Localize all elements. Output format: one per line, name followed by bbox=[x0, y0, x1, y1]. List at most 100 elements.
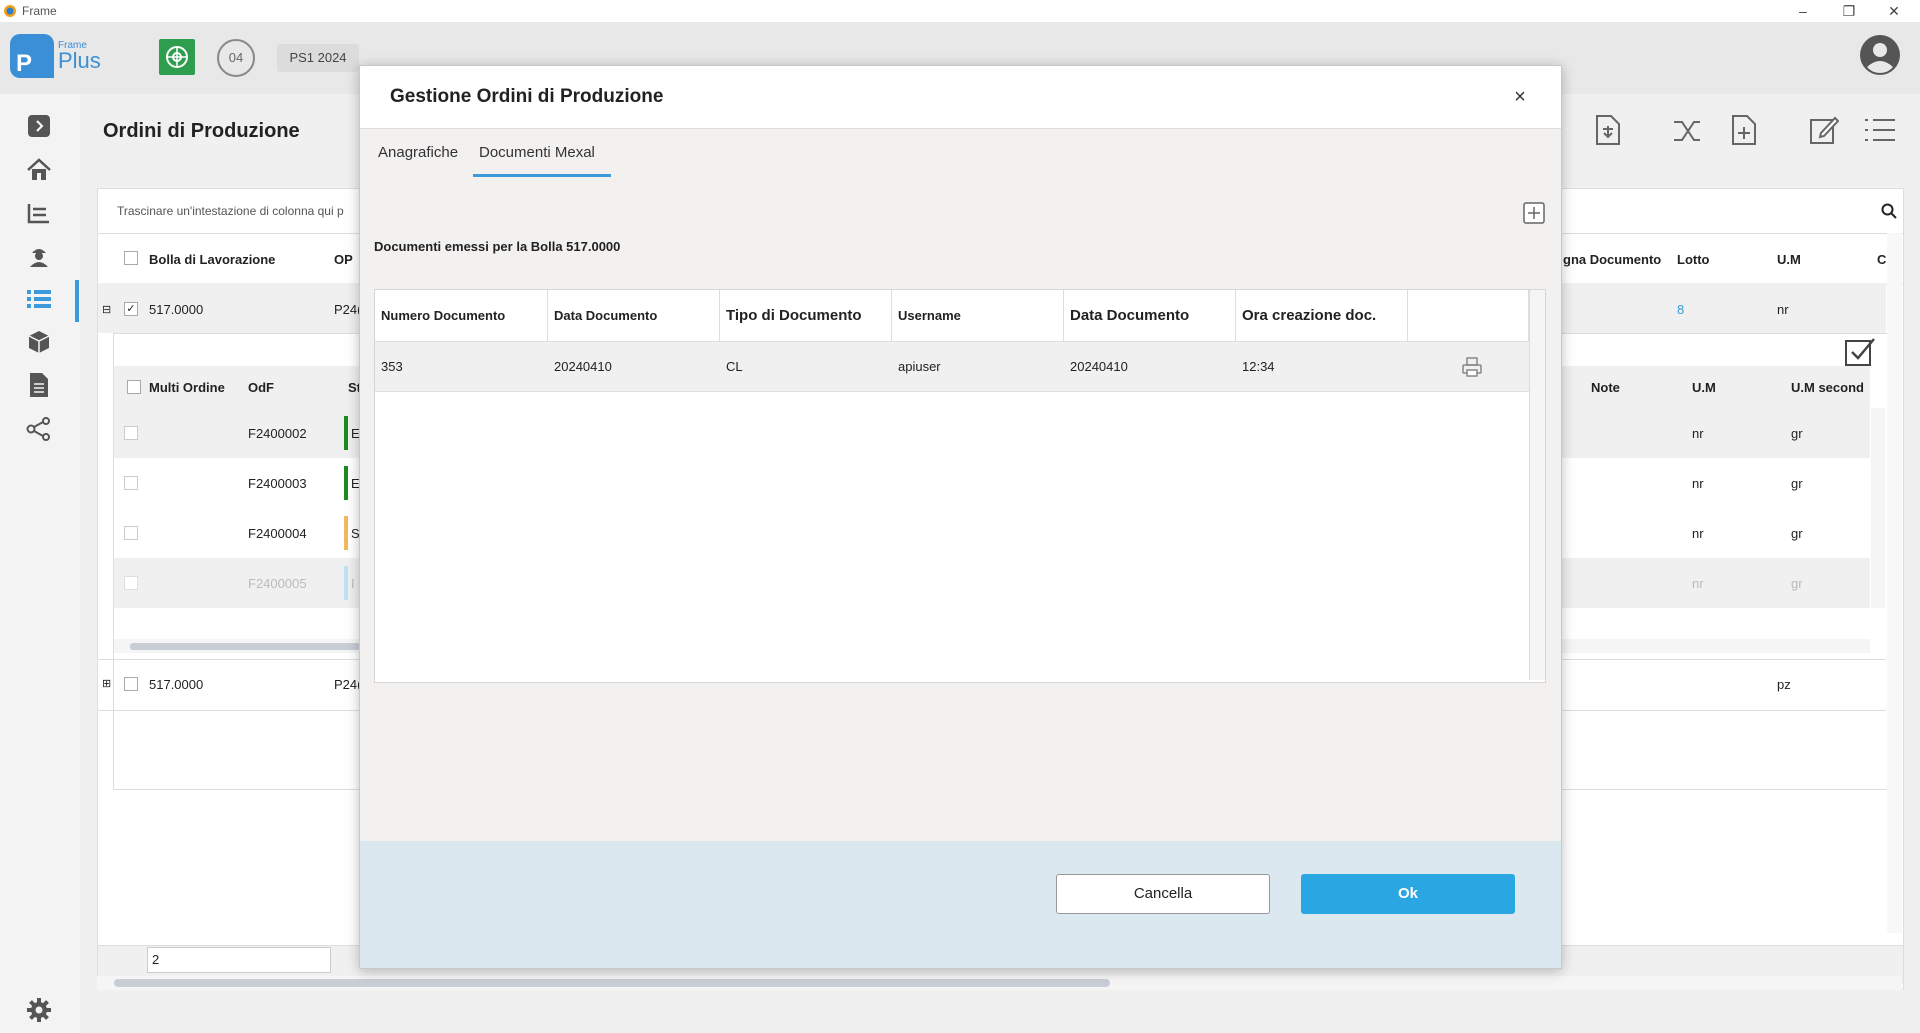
logo-big-text: Plus bbox=[58, 48, 101, 73]
bolla-cell: 517.0000 bbox=[149, 302, 204, 317]
bolla-cell: 517.0000 bbox=[149, 677, 204, 692]
column-header[interactable]: Bolla di Lavorazione bbox=[149, 252, 275, 267]
column-header[interactable]: OP bbox=[334, 252, 353, 267]
edit-icon[interactable] bbox=[1809, 115, 1839, 145]
dialog-header: Gestione Ordini di Produzione × bbox=[360, 66, 1561, 129]
column-header[interactable]: U.M bbox=[1777, 252, 1801, 267]
um2-cell: gr bbox=[1791, 426, 1803, 441]
main-vertical-scrollbar[interactable] bbox=[1887, 233, 1902, 933]
tipo-cell: CL bbox=[720, 342, 892, 392]
company-logo-icon[interactable] bbox=[159, 39, 195, 75]
package-icon[interactable] bbox=[24, 327, 54, 357]
group-by-hint: Trascinare un'intestazione di colonna qu… bbox=[117, 204, 344, 218]
select-all-checkbox[interactable] bbox=[124, 251, 138, 265]
expand-row-icon[interactable]: ⊞ bbox=[102, 677, 111, 690]
detail-scroll-thumb[interactable] bbox=[130, 643, 360, 650]
detail-column-header[interactable]: U.M bbox=[1692, 380, 1716, 395]
data-2-cell: 20240410 bbox=[1064, 342, 1236, 392]
status-bar bbox=[344, 566, 348, 600]
logo-mark: P bbox=[10, 34, 54, 78]
app-icon bbox=[4, 5, 16, 17]
um-cell: nr bbox=[1692, 526, 1704, 541]
share-network-icon[interactable] bbox=[24, 414, 54, 444]
dialog-footer: Cancella Ok bbox=[360, 841, 1561, 968]
main-scroll-thumb[interactable] bbox=[114, 979, 1110, 987]
um2-cell: gr bbox=[1791, 526, 1803, 541]
confirm-check-icon[interactable] bbox=[1844, 335, 1876, 367]
um-cell: nr bbox=[1692, 476, 1704, 491]
column-header-username[interactable]: Username bbox=[892, 290, 1064, 342]
add-document-icon[interactable] bbox=[1523, 202, 1545, 224]
op-cell: P24( bbox=[334, 677, 362, 692]
expand-sidebar-icon[interactable] bbox=[24, 111, 54, 141]
column-header-data-2[interactable]: Data Documento bbox=[1064, 290, 1236, 342]
production-order-dialog: Gestione Ordini di Produzione × Anagrafi… bbox=[359, 65, 1562, 969]
um2-cell: gr bbox=[1791, 576, 1803, 591]
home-icon[interactable] bbox=[24, 155, 54, 185]
restore-button[interactable]: ❐ bbox=[1829, 0, 1869, 22]
detail-column-header[interactable]: OdF bbox=[248, 380, 274, 395]
dialog-title: Gestione Ordini di Produzione bbox=[390, 86, 664, 107]
um2-cell: gr bbox=[1791, 476, 1803, 491]
worker-icon[interactable] bbox=[24, 241, 54, 271]
orders-list-icon[interactable] bbox=[24, 284, 54, 314]
column-header[interactable]: gna Documento bbox=[1563, 252, 1661, 267]
page-title: Ordini di Produzione bbox=[103, 120, 300, 142]
status-bar bbox=[344, 416, 348, 450]
row-checkbox[interactable] bbox=[124, 677, 138, 691]
search-icon[interactable] bbox=[1881, 203, 1897, 219]
column-header[interactable]: C bbox=[1877, 252, 1886, 267]
print-cell bbox=[1408, 342, 1529, 392]
row-checkbox[interactable] bbox=[124, 426, 138, 440]
column-header-data[interactable]: Data Documento bbox=[548, 290, 720, 342]
ora-cell: 12:34 bbox=[1236, 342, 1408, 392]
logo-letter: P bbox=[16, 50, 33, 77]
minimize-button[interactable]: – bbox=[1783, 0, 1823, 22]
detail-column-header[interactable]: Note bbox=[1591, 380, 1620, 395]
menu-list-icon[interactable] bbox=[1864, 117, 1896, 143]
row-checkbox-checked[interactable]: ✓ bbox=[124, 302, 138, 316]
settings-gear-icon[interactable] bbox=[24, 995, 54, 1025]
column-header-tipo[interactable]: Tipo di Documento bbox=[720, 290, 892, 342]
ok-button[interactable]: Ok bbox=[1301, 874, 1515, 914]
row-checkbox[interactable] bbox=[124, 576, 138, 590]
document-icon[interactable] bbox=[24, 370, 54, 400]
collapse-row-icon[interactable]: ⊟ bbox=[102, 303, 111, 316]
lotto-cell[interactable]: 8 bbox=[1677, 302, 1684, 317]
um-cell: nr bbox=[1692, 426, 1704, 441]
badge-counter[interactable]: 04 bbox=[217, 39, 255, 77]
new-document-icon[interactable] bbox=[1731, 115, 1757, 145]
row-checkbox[interactable] bbox=[124, 526, 138, 540]
tab-documenti-mexal[interactable]: Documenti Mexal bbox=[473, 144, 611, 177]
grid-vertical-scrollbar[interactable] bbox=[1529, 290, 1545, 680]
documents-grid: Numero Documento Data Documento Tipo di … bbox=[374, 289, 1546, 683]
um-cell: nr bbox=[1692, 576, 1704, 591]
window-close-button[interactable]: ✕ bbox=[1874, 0, 1914, 22]
window-titlebar: Frame – ❐ ✕ bbox=[0, 0, 1920, 22]
user-avatar-icon[interactable] bbox=[1858, 33, 1902, 77]
row-checkbox[interactable] bbox=[124, 476, 138, 490]
um-cell: pz bbox=[1777, 677, 1791, 692]
dialog-close-button[interactable]: × bbox=[1505, 82, 1535, 112]
section-title: Documenti emessi per la Bolla 517.0000 bbox=[374, 239, 621, 254]
column-header-numero[interactable]: Numero Documento bbox=[375, 290, 548, 342]
print-icon[interactable] bbox=[1461, 356, 1482, 377]
cancel-button[interactable]: Cancella bbox=[1056, 874, 1270, 914]
detail-column-header[interactable]: Multi Ordine bbox=[149, 380, 225, 395]
count-summary-field[interactable]: 2 bbox=[147, 947, 331, 973]
tab-anagrafiche[interactable]: Anagrafiche bbox=[372, 144, 464, 174]
status-cell: I bbox=[351, 576, 355, 591]
detail-select-all-checkbox[interactable] bbox=[127, 380, 141, 394]
data-cell: 20240410 bbox=[548, 342, 720, 392]
um-cell: nr bbox=[1777, 302, 1789, 317]
column-header-ora[interactable]: Ora creazione doc. bbox=[1236, 290, 1408, 342]
export-document-icon[interactable] bbox=[1595, 115, 1621, 145]
shuffle-icon[interactable] bbox=[1672, 116, 1704, 146]
op-cell: P24( bbox=[334, 302, 362, 317]
column-header[interactable]: Lotto bbox=[1677, 252, 1709, 267]
window-title: Frame bbox=[22, 4, 57, 18]
production-icon[interactable] bbox=[24, 198, 54, 228]
period-selector[interactable]: PS1 2024 bbox=[277, 44, 359, 72]
detail-column-header[interactable]: U.M second bbox=[1791, 380, 1864, 395]
detail-vertical-scrollbar[interactable] bbox=[1871, 408, 1885, 608]
